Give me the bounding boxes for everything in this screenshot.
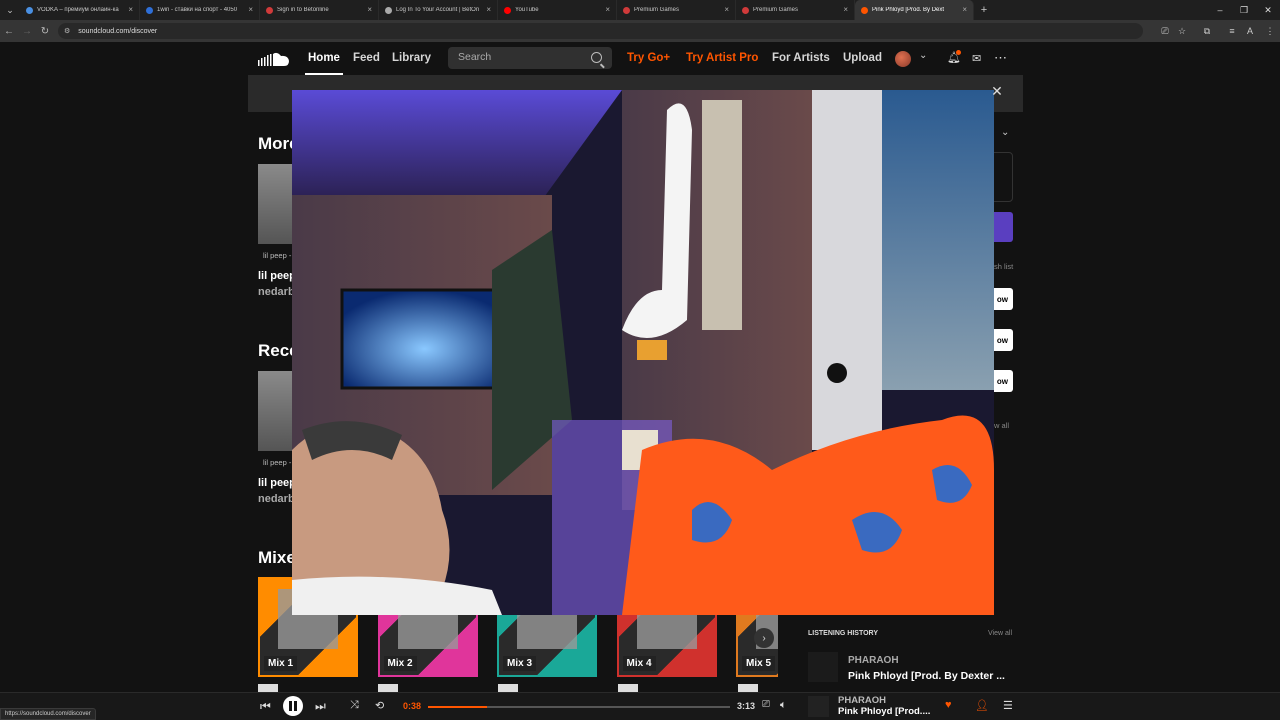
progress-fill xyxy=(428,706,488,708)
elapsed-time: 0:38 xyxy=(403,701,422,711)
shuffle-icon[interactable]: ⤨ xyxy=(350,699,359,712)
chevron-down-icon[interactable]: ⌄ xyxy=(1001,127,1009,138)
browser-menu-icon[interactable]: ⋮ xyxy=(1260,20,1280,42)
minimize-icon[interactable]: – xyxy=(1208,0,1232,20)
history-track-artwork[interactable] xyxy=(808,652,838,682)
browser-tab-label: Pink Phloyd [Prod. By Dext xyxy=(872,7,945,13)
mix-label: Mix 1 xyxy=(264,656,298,671)
listening-history-view-all[interactable]: View all xyxy=(988,630,1012,637)
notification-dot xyxy=(956,50,961,55)
now-playing-artist[interactable]: PHARAOH xyxy=(838,695,886,706)
queue-icon[interactable]: ☰ xyxy=(1003,699,1013,712)
volume-icon[interactable]: 🔈︎ xyxy=(780,699,787,712)
close-overlay-icon[interactable]: ✕ xyxy=(990,84,1004,98)
history-track-artist[interactable]: PHARAOH xyxy=(848,655,899,666)
progress-bar[interactable] xyxy=(428,706,730,708)
browser-tab[interactable]: Pink Phloyd [Prod. By Dext × xyxy=(855,0,974,20)
mix-label: Mix 5 xyxy=(742,656,776,671)
mix-label: Mix 4 xyxy=(622,656,656,671)
now-playing-artwork[interactable] xyxy=(808,696,829,717)
repeat-icon[interactable]: ⟲ xyxy=(375,699,384,712)
webcam-video-overlay[interactable] xyxy=(292,90,994,615)
bookmark-star-icon[interactable]: ☆ xyxy=(1172,20,1192,42)
wish-list-link[interactable]: sh list xyxy=(994,262,1013,271)
new-tab-button[interactable]: + xyxy=(974,0,994,20)
webcam-video-frame xyxy=(292,90,994,615)
close-window-icon[interactable]: ✕ xyxy=(1256,0,1280,20)
now-playing-title[interactable]: Pink Phloyd [Prod.... xyxy=(838,706,930,717)
mix-label: Mix 3 xyxy=(503,656,537,671)
media-controls-icon[interactable]: ≡ xyxy=(1222,20,1242,42)
previous-track-icon[interactable]: ⏮ xyxy=(260,699,271,714)
status-bar-url: https://soundcloud.com/discover xyxy=(0,708,96,720)
follow-artist-icon[interactable]: 👤︎ xyxy=(975,699,989,712)
listening-history-heading: LISTENING HISTORY xyxy=(808,630,879,637)
for-artists-link[interactable]: For Artists xyxy=(772,52,830,64)
carousel-next-icon[interactable]: › xyxy=(754,628,774,648)
close-tab-icon[interactable]: × xyxy=(962,6,967,14)
extensions-icon[interactable]: ⧉ xyxy=(1197,20,1217,42)
playback-bar: ⏮ ⏭ ⤨ ⟲ 0:38 3:13 ⎚ 🔈︎ PHARAOH Pink Phlo… xyxy=(0,692,1280,720)
upload-link[interactable]: Upload xyxy=(843,52,882,64)
more-options-icon[interactable]: ⋯ xyxy=(994,50,1007,66)
mix-label: Mix 2 xyxy=(383,656,417,671)
history-track-title[interactable]: Pink Phloyd [Prod. By Dexter ... xyxy=(848,670,1005,682)
cast-icon[interactable]: ⎚ xyxy=(762,699,770,710)
like-heart-icon[interactable]: ♥ xyxy=(945,699,952,711)
pause-button[interactable] xyxy=(283,696,303,716)
close-tab-icon[interactable]: × xyxy=(843,6,848,14)
user-avatar[interactable] xyxy=(895,51,911,67)
mix-titles-strip xyxy=(258,684,778,692)
next-track-icon[interactable]: ⏭ xyxy=(315,699,326,714)
restore-icon[interactable]: ❐ xyxy=(1232,0,1256,20)
chevron-down-icon[interactable]: ⌄ xyxy=(919,50,927,61)
track-duration: 3:13 xyxy=(737,701,756,711)
view-all-link[interactable]: w all xyxy=(994,421,1009,430)
soundcloud-icon xyxy=(861,6,868,14)
profile-icon[interactable]: A xyxy=(1240,20,1260,42)
messages-icon[interactable]: ✉ xyxy=(972,52,981,65)
